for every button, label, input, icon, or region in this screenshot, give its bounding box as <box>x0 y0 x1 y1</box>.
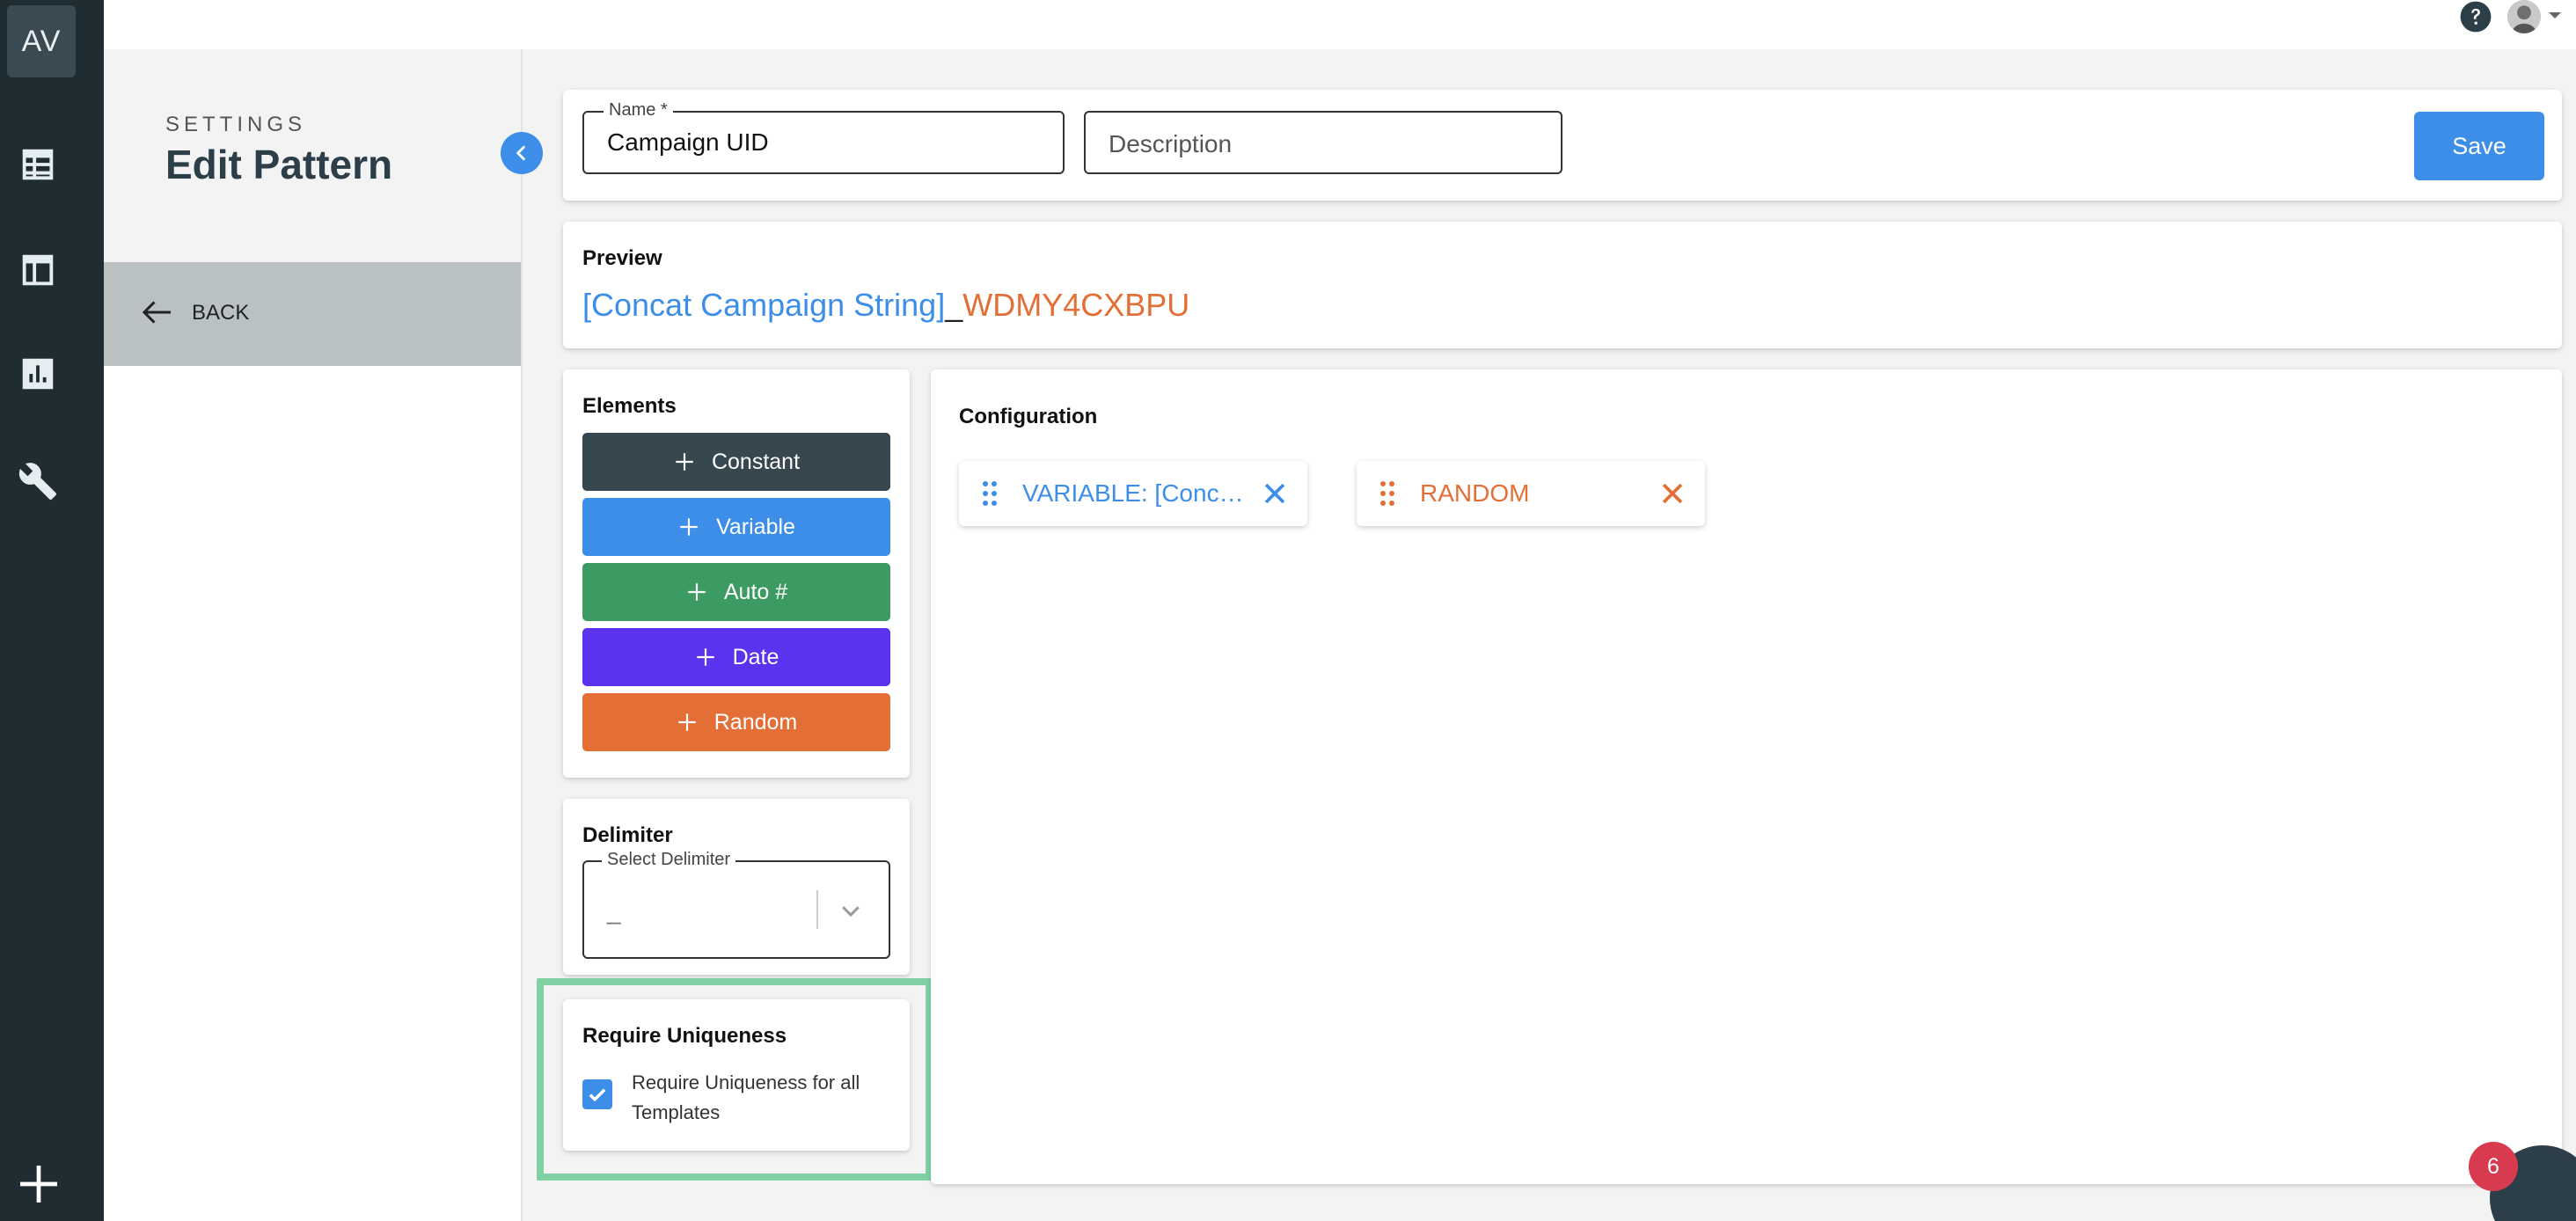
drag-handle-icon[interactable] <box>982 480 998 507</box>
settings-header: SETTINGS Edit Pattern <box>104 49 521 262</box>
layout-icon[interactable] <box>18 250 58 290</box>
button-label: Date <box>732 644 779 669</box>
uniqueness-checkbox[interactable] <box>582 1079 612 1109</box>
close-icon[interactable] <box>1658 479 1687 508</box>
collapse-panel-button[interactable] <box>501 132 543 174</box>
select-divider <box>816 890 818 929</box>
help-circle-icon[interactable] <box>2459 0 2492 33</box>
preview-title: Preview <box>582 246 662 270</box>
add-constant-button[interactable]: Constant <box>582 433 890 491</box>
notification-badge[interactable]: 6 <box>2469 1142 2518 1191</box>
user-avatar[interactable] <box>2507 0 2541 33</box>
arrow-left-icon <box>139 297 174 327</box>
button-label: Auto # <box>723 579 788 604</box>
plus-icon <box>678 713 696 731</box>
back-button[interactable]: BACK <box>104 262 521 366</box>
name-field[interactable]: Name * Campaign UID <box>582 100 1065 174</box>
section-label: SETTINGS <box>165 113 307 136</box>
table-icon[interactable] <box>18 144 58 185</box>
settings-panel: SETTINGS Edit Pattern BACK <box>104 49 523 1221</box>
select-value: _ <box>607 897 621 925</box>
configuration-title: Configuration <box>959 405 1098 428</box>
add-date-button[interactable]: Date <box>582 628 890 686</box>
close-icon[interactable] <box>1260 479 1290 508</box>
chart-icon[interactable] <box>18 354 58 394</box>
name-label: Name * <box>604 100 673 121</box>
save-button[interactable]: Save <box>2414 112 2544 180</box>
description-placeholder: Description <box>1109 130 1233 157</box>
chevron-left-icon <box>516 145 526 161</box>
delimiter-select[interactable]: Select Delimiter _ <box>582 850 890 959</box>
preview-card: Preview [Concat Campaign String]_WDMY4CX… <box>563 222 2562 348</box>
back-label: BACK <box>192 301 250 325</box>
description-field[interactable]: Description <box>1084 111 1562 174</box>
chevron-down-icon[interactable] <box>2547 9 2563 21</box>
elements-title: Elements <box>582 394 677 418</box>
plus-icon <box>680 518 698 536</box>
app-logo[interactable]: AV <box>7 5 76 77</box>
page-title: Edit Pattern <box>165 142 393 187</box>
add-auto-number-button[interactable]: Auto # <box>582 563 890 621</box>
config-chip-variable[interactable]: VARIABLE: [Concat Campaign String] <box>959 461 1307 526</box>
drag-handle-icon[interactable] <box>1379 480 1395 507</box>
config-chip-random[interactable]: RANDOM <box>1357 461 1705 526</box>
select-label: Select Delimiter <box>602 850 736 870</box>
preview-random-part: WDMY4CXBPU <box>962 287 1190 323</box>
check-icon <box>589 1088 606 1102</box>
chip-label: VARIABLE: [Concat Campaign String] <box>1022 479 1251 507</box>
chevron-down-icon[interactable] <box>838 897 864 924</box>
add-random-button[interactable]: Random <box>582 693 890 751</box>
plus-icon <box>688 583 706 601</box>
button-label: Constant <box>711 449 801 474</box>
app-rail: AV <box>0 0 104 1221</box>
plus-icon <box>676 453 693 471</box>
delimiter-title: Delimiter <box>582 823 673 847</box>
wrench-icon[interactable] <box>18 461 58 501</box>
button-label: Random <box>714 709 798 735</box>
preview-variable-part: [Concat Campaign String] <box>582 287 946 323</box>
plus-icon[interactable] <box>14 1159 63 1209</box>
button-label: Variable <box>716 514 795 539</box>
preview-string: [Concat Campaign String]_WDMY4CXBPU <box>582 287 1189 324</box>
top-bar <box>104 0 2576 49</box>
preview-delimiter: _ <box>945 287 963 323</box>
plus-icon <box>696 648 714 666</box>
add-variable-button[interactable]: Variable <box>582 498 890 556</box>
chip-label: RANDOM <box>1420 479 1530 507</box>
uniqueness-checkbox-label: Require Uniqueness for all Templates <box>632 1071 860 1123</box>
name-value: Campaign UID <box>607 128 769 156</box>
